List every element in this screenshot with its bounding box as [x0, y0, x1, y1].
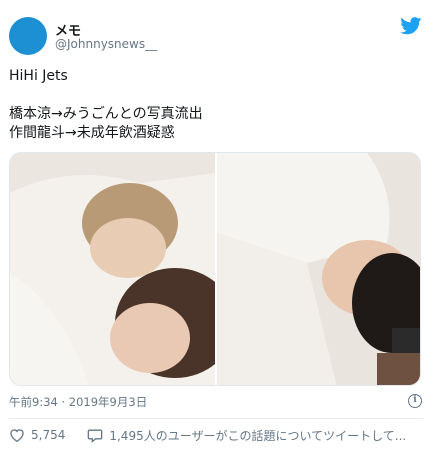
tweet-text: HiHi Jets 橋本涼→みうごんとの写真流出 作間龍斗→未成年飲酒疑惑 — [9, 67, 419, 143]
media-grid — [9, 152, 421, 386]
photo-left-illustration — [10, 153, 235, 385]
avatar[interactable] — [9, 17, 47, 55]
tweet-card: メモ @Johnnysnews__ HiHi Jets 橋本涼→みうごんとの写真… — [0, 0, 432, 449]
divider — [9, 418, 423, 419]
action-bar: 5,754 1,495人のユーザーがこの話題についてツイートして... — [9, 426, 428, 444]
photo-left[interactable] — [10, 153, 235, 385]
like-count: 5,754 — [31, 428, 66, 442]
conversation-link[interactable]: 1,495人のユーザーがこの話題についてツイートして... — [87, 427, 406, 444]
author-handle[interactable]: @Johnnysnews__ — [55, 37, 157, 51]
photo-right[interactable] — [217, 153, 420, 385]
like-button[interactable]: 5,754 — [9, 428, 65, 442]
info-icon[interactable]: i — [408, 394, 422, 408]
tweet-line-3: 橋本涼→みうごんとの写真流出 — [9, 106, 203, 122]
speech-bubble-icon — [88, 429, 103, 443]
tweet-line-1: HiHi Jets — [9, 68, 68, 84]
photo-right-illustration — [217, 153, 420, 385]
twitter-bird-icon[interactable] — [400, 17, 422, 35]
heart-icon — [10, 429, 24, 442]
tweet-line-4: 作間龍斗→未成年飲酒疑惑 — [9, 125, 175, 141]
conversation-text: 1,495人のユーザーがこの話題についてツイートして... — [109, 428, 407, 443]
tweet-timestamp[interactable]: 午前9:34 · 2019年9月3日 — [9, 394, 147, 410]
